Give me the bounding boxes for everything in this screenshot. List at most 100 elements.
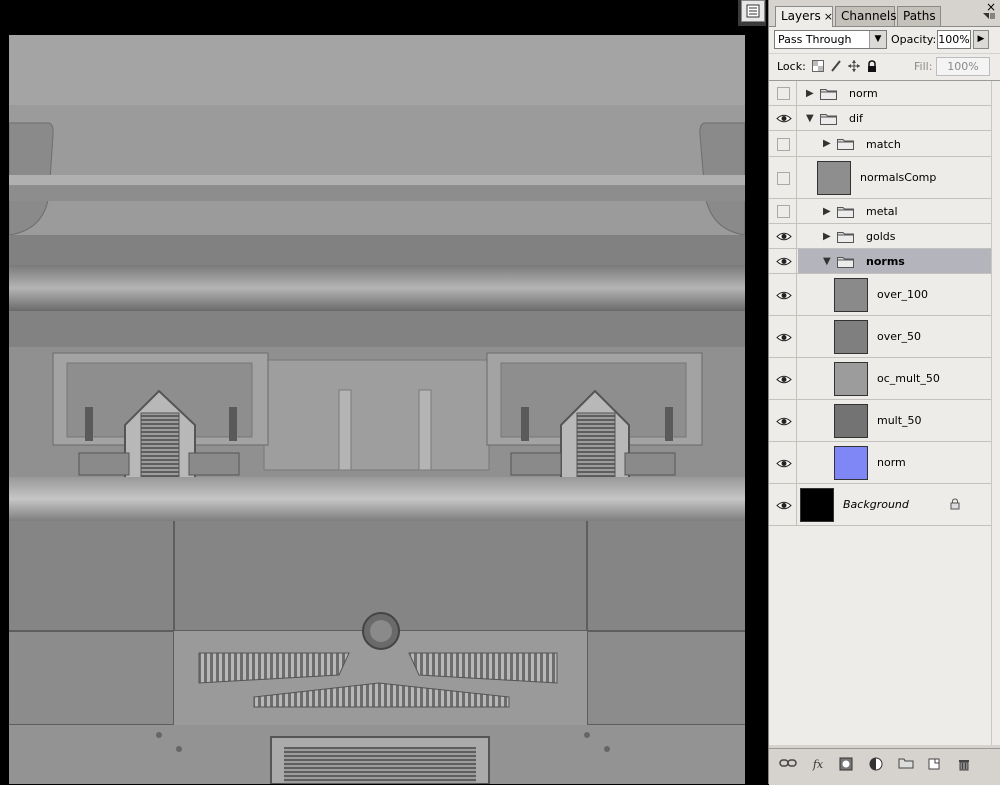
expand-arrow-right-icon[interactable]: ▶ — [823, 138, 831, 149]
visibility-toggle[interactable] — [769, 316, 797, 357]
layers-scrollbar[interactable] — [991, 81, 1000, 745]
layer-row-body[interactable]: Background — [798, 484, 991, 525]
layer-row-body[interactable]: mult_50 — [798, 400, 991, 441]
layer-row[interactable]: oc_mult_50 — [769, 358, 1000, 400]
layer-row[interactable]: ▶ golds — [769, 224, 1000, 249]
canvas-area — [0, 0, 766, 784]
fx-icon[interactable]: fx — [809, 757, 827, 773]
visibility-toggle[interactable] — [769, 358, 797, 399]
visibility-toggle[interactable] — [769, 106, 797, 130]
layer-row-body[interactable]: oc_mult_50 — [798, 358, 991, 399]
layer-name: metal — [866, 205, 898, 218]
visibility-toggle[interactable] — [769, 484, 797, 525]
layer-thumbnail[interactable] — [834, 278, 868, 312]
eye-icon — [776, 375, 792, 383]
layer-row-body[interactable]: norm — [798, 442, 991, 483]
folder-icon — [837, 231, 854, 243]
visibility-toggle[interactable] — [769, 224, 797, 248]
layer-row-body[interactable]: ▼ dif — [798, 106, 991, 130]
layers-palette-icon — [746, 4, 760, 18]
layer-row-body[interactable]: ▼ norms — [798, 249, 991, 273]
lock-move-icon[interactable] — [848, 60, 860, 72]
layer-row[interactable]: over_100 — [769, 274, 1000, 316]
new-group-icon[interactable] — [897, 757, 915, 773]
visibility-toggle[interactable] — [769, 81, 797, 105]
document-canvas[interactable] — [9, 35, 745, 784]
visibility-toggle[interactable] — [769, 131, 797, 156]
expand-arrow-down-icon[interactable]: ▼ — [823, 256, 831, 267]
layer-row[interactable]: ▶ metal — [769, 199, 1000, 224]
folder-icon — [837, 256, 854, 268]
lock-paint-icon[interactable] — [830, 60, 842, 72]
layer-row-body[interactable]: over_100 — [798, 274, 991, 315]
visibility-toggle[interactable] — [769, 249, 797, 273]
visibility-toggle[interactable] — [769, 199, 797, 223]
layer-row[interactable]: ▶ match — [769, 131, 1000, 157]
layer-row[interactable]: ▶ norm — [769, 81, 1000, 106]
visibility-toggle[interactable] — [769, 274, 797, 315]
layer-lock-icon — [950, 498, 960, 513]
trash-icon[interactable] — [955, 757, 973, 773]
tab-paths[interactable]: Paths — [897, 6, 941, 26]
layer-row[interactable]: normalsComp — [769, 157, 1000, 199]
close-panel-icon[interactable]: × — [986, 0, 996, 14]
eye-icon — [776, 459, 792, 467]
layer-row[interactable]: norm — [769, 442, 1000, 484]
layer-row-body[interactable]: ▶ match — [798, 131, 991, 156]
visibility-toggle[interactable] — [769, 442, 797, 483]
layer-thumbnail[interactable] — [817, 161, 851, 195]
fill-input[interactable]: 100% — [936, 57, 990, 76]
opacity-slider-button[interactable]: ▶ — [973, 30, 989, 49]
expand-arrow-right-icon[interactable]: ▶ — [823, 231, 831, 242]
lock-transparency-icon[interactable] — [812, 60, 824, 72]
link-layers-icon[interactable] — [779, 757, 797, 773]
layer-row-body[interactable]: over_50 — [798, 316, 991, 357]
layer-row[interactable]: ▼ dif — [769, 106, 1000, 131]
layer-row[interactable]: over_50 — [769, 316, 1000, 358]
panel-menu-icon[interactable] — [983, 13, 995, 24]
layer-thumbnail[interactable] — [834, 404, 868, 438]
adjustment-icon[interactable] — [867, 757, 885, 773]
eye-icon — [776, 257, 792, 266]
layer-thumbnail[interactable] — [800, 488, 834, 522]
layer-thumbnail[interactable] — [834, 362, 868, 396]
layer-name: Background — [843, 498, 909, 511]
lock-all-icon[interactable] — [866, 60, 878, 72]
layer-thumbnail[interactable] — [834, 446, 868, 480]
new-layer-icon[interactable] — [925, 757, 943, 773]
tab-channels-label: Channels — [841, 9, 897, 23]
lock-row: Lock: Fill: 100% — [769, 54, 1000, 81]
folder-icon — [837, 138, 854, 150]
layer-row-body[interactable]: normalsComp — [798, 157, 991, 198]
empty-visibility-box — [777, 87, 790, 100]
folder-icon — [820, 113, 837, 125]
expand-arrow-right-icon[interactable]: ▶ — [806, 88, 814, 99]
blend-mode-select[interactable]: Pass Through ▼ — [774, 30, 887, 49]
close-tab-icon[interactable]: × — [824, 10, 833, 23]
layer-name: norms — [866, 255, 905, 268]
layer-row[interactable]: ▼ norms — [769, 249, 1000, 274]
layer-row-body[interactable]: ▶ norm — [798, 81, 991, 105]
layer-thumbnail[interactable] — [834, 320, 868, 354]
empty-visibility-box — [777, 171, 790, 185]
layers-list: ▶ norm ▼ dif ▶ match normalsComp ▶ metal ▶ golds ▼ n… — [769, 81, 1000, 745]
expand-arrow-right-icon[interactable]: ▶ — [823, 206, 831, 217]
visibility-toggle[interactable] — [769, 400, 797, 441]
texture-image — [9, 35, 745, 784]
chevron-down-icon[interactable]: ▼ — [869, 31, 886, 48]
layer-row[interactable]: mult_50 — [769, 400, 1000, 442]
layers-panel: Layers × Channels Paths × Pass Through ▼ … — [768, 0, 1000, 785]
layer-row-body[interactable]: ▶ golds — [798, 224, 991, 248]
tab-channels[interactable]: Channels — [835, 6, 897, 26]
layer-name: golds — [866, 230, 896, 243]
opacity-input[interactable]: 100% — [937, 30, 971, 49]
palette-dock-icon[interactable] — [741, 0, 765, 22]
visibility-toggle[interactable] — [769, 157, 797, 198]
mask-icon[interactable] — [837, 757, 855, 773]
layer-name: match — [866, 137, 901, 151]
opacity-label: Opacity: — [891, 33, 937, 46]
tab-layers[interactable]: Layers × — [775, 6, 833, 27]
layer-row[interactable]: Background — [769, 484, 1000, 526]
layer-row-body[interactable]: ▶ metal — [798, 199, 991, 223]
expand-arrow-down-icon[interactable]: ▼ — [806, 113, 814, 124]
